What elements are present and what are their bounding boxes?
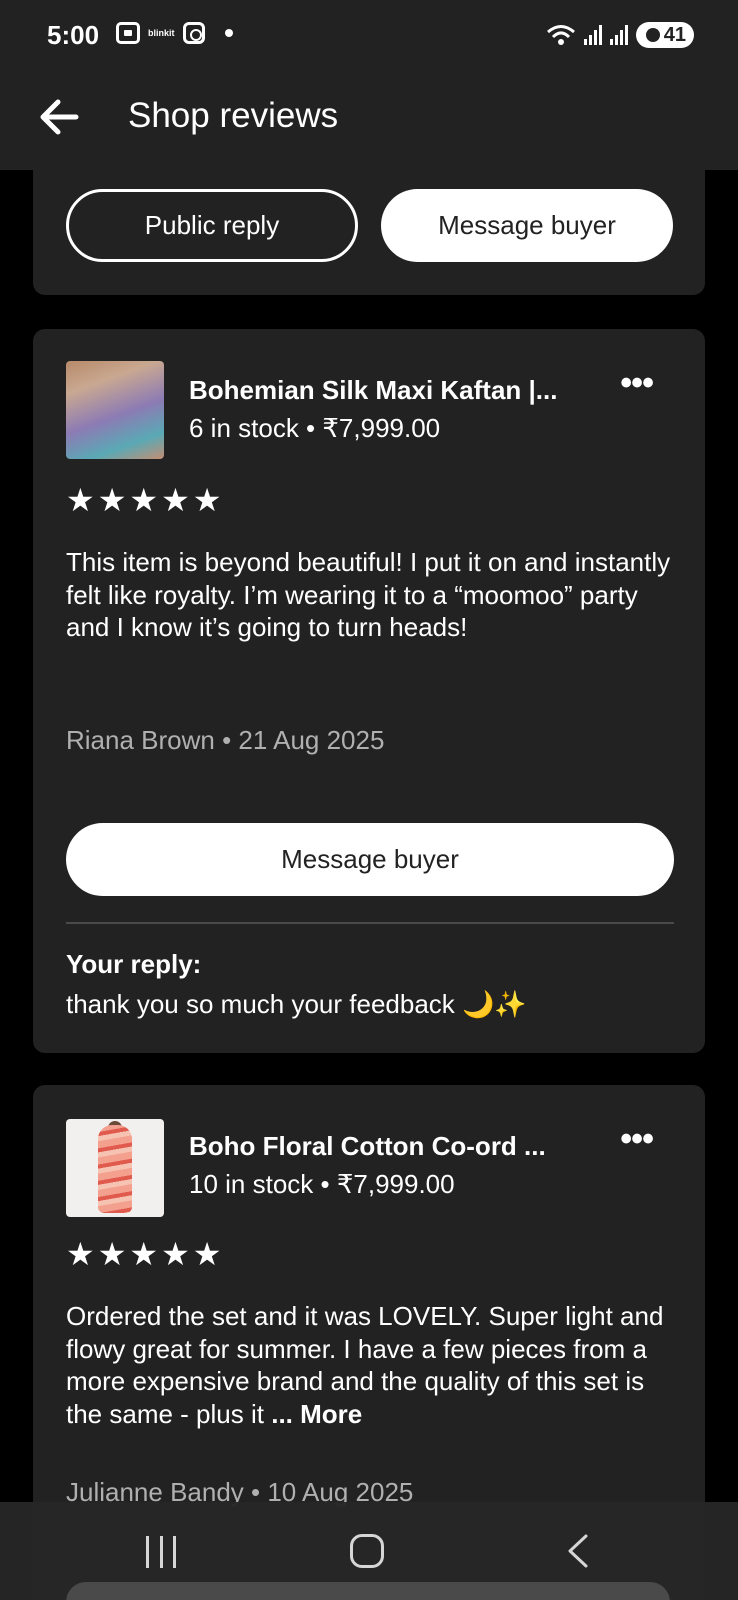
instagram-icon bbox=[182, 22, 205, 44]
page-title: Shop reviews bbox=[128, 96, 339, 135]
system-nav-bar bbox=[0, 1502, 738, 1600]
review-text: Ordered the set and it was LOVELY. Super… bbox=[66, 1300, 676, 1430]
battery-level: 41 bbox=[663, 23, 686, 46]
item-meta: 6 in stock • ₹7,999.00 bbox=[189, 413, 441, 443]
app-bar: Shop reviews bbox=[0, 72, 738, 170]
item-meta: 10 in stock • ₹7,999.00 bbox=[189, 1169, 455, 1199]
charging-icon bbox=[645, 28, 660, 42]
reply-text: thank you so much your feedback 🌙✨ bbox=[66, 989, 527, 1019]
blinkit-icon: blinkit bbox=[148, 28, 175, 38]
star-rating: ★★★★★ bbox=[66, 1236, 225, 1272]
review-text: This item is beyond beautiful! I put it … bbox=[66, 547, 671, 642]
signal-icon bbox=[609, 25, 628, 45]
notification-dot-icon bbox=[224, 29, 233, 37]
review-author-date: Riana Brown • 21 Aug 2025 bbox=[66, 725, 385, 755]
status-bar: 5:00 blinkit 41 bbox=[0, 0, 738, 72]
screen-record-icon bbox=[116, 22, 140, 44]
star-rating: ★★★★★ bbox=[66, 482, 225, 518]
message-buyer-button[interactable]: Message buyer bbox=[381, 189, 673, 262]
battery-icon: 41 bbox=[635, 22, 694, 48]
more-link[interactable]: ... More bbox=[271, 1399, 362, 1429]
signal-icon bbox=[583, 25, 602, 45]
status-time: 5:00 bbox=[47, 20, 100, 50]
review-text-body: Ordered the set and it was LOVELY. Super… bbox=[66, 1301, 664, 1429]
wifi-icon bbox=[546, 25, 575, 45]
recent-apps-icon[interactable] bbox=[146, 1536, 176, 1568]
public-reply-button[interactable]: Public reply bbox=[66, 189, 358, 262]
back-icon[interactable] bbox=[560, 1532, 598, 1570]
home-icon[interactable] bbox=[350, 1534, 384, 1568]
bottom-pill bbox=[66, 1582, 670, 1600]
message-buyer-button[interactable]: Message buyer bbox=[66, 823, 674, 896]
status-icons-left: blinkit bbox=[116, 22, 233, 44]
product-thumbnail[interactable] bbox=[66, 1119, 164, 1217]
reply-label: Your reply: bbox=[66, 949, 202, 979]
item-title[interactable]: Bohemian Silk Maxi Kaftan |... bbox=[189, 375, 557, 406]
status-icons-right: 41 bbox=[546, 22, 694, 48]
review-card-partial: Public reply Message buyer bbox=[33, 165, 705, 295]
review-card: Bohemian Silk Maxi Kaftan |... 6 in stoc… bbox=[33, 329, 705, 1053]
more-options-icon[interactable]: ••• bbox=[620, 1122, 654, 1156]
more-options-icon[interactable]: ••• bbox=[620, 366, 654, 400]
divider bbox=[66, 922, 674, 924]
product-thumbnail[interactable] bbox=[66, 361, 164, 459]
item-title[interactable]: Boho Floral Cotton Co-ord ... bbox=[189, 1131, 546, 1162]
back-arrow-icon[interactable] bbox=[36, 94, 82, 140]
